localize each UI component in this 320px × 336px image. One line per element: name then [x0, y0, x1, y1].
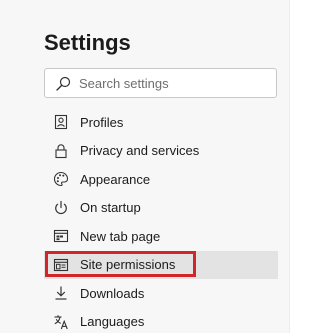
nav-item-site-permissions[interactable]: Site permissions	[44, 251, 278, 280]
power-icon	[52, 199, 70, 217]
search-box[interactable]	[44, 68, 277, 98]
search-icon	[55, 76, 71, 92]
nav-item-label: Languages	[80, 314, 144, 329]
nav-item-label: Privacy and services	[80, 143, 199, 158]
settings-sidebar: Settings Profiles	[0, 0, 289, 333]
nav-item-downloads[interactable]: Downloads	[44, 279, 278, 308]
nav-item-label: Profiles	[80, 115, 123, 130]
page-title: Settings	[44, 29, 131, 57]
settings-nav: Profiles Privacy and services	[44, 108, 278, 336]
search-input[interactable]	[79, 69, 269, 97]
languages-icon	[52, 313, 70, 331]
profile-icon	[52, 113, 70, 131]
site-permissions-icon	[52, 256, 70, 274]
nav-item-label: On startup	[80, 200, 141, 215]
nav-item-label: Downloads	[80, 286, 144, 301]
palette-icon	[52, 170, 70, 188]
nav-item-profiles[interactable]: Profiles	[44, 108, 278, 137]
new-tab-icon	[52, 227, 70, 245]
nav-item-languages[interactable]: Languages	[44, 308, 278, 336]
nav-item-appearance[interactable]: Appearance	[44, 165, 278, 194]
nav-item-label: Appearance	[80, 172, 150, 187]
lock-icon	[52, 142, 70, 160]
content-area-edge	[289, 0, 300, 333]
nav-item-new-tab-page[interactable]: New tab page	[44, 222, 278, 251]
nav-item-on-startup[interactable]: On startup	[44, 194, 278, 223]
download-icon	[52, 284, 70, 302]
nav-item-privacy-and-services[interactable]: Privacy and services	[44, 137, 278, 166]
nav-item-label: Site permissions	[80, 257, 175, 272]
nav-item-label: New tab page	[80, 229, 160, 244]
